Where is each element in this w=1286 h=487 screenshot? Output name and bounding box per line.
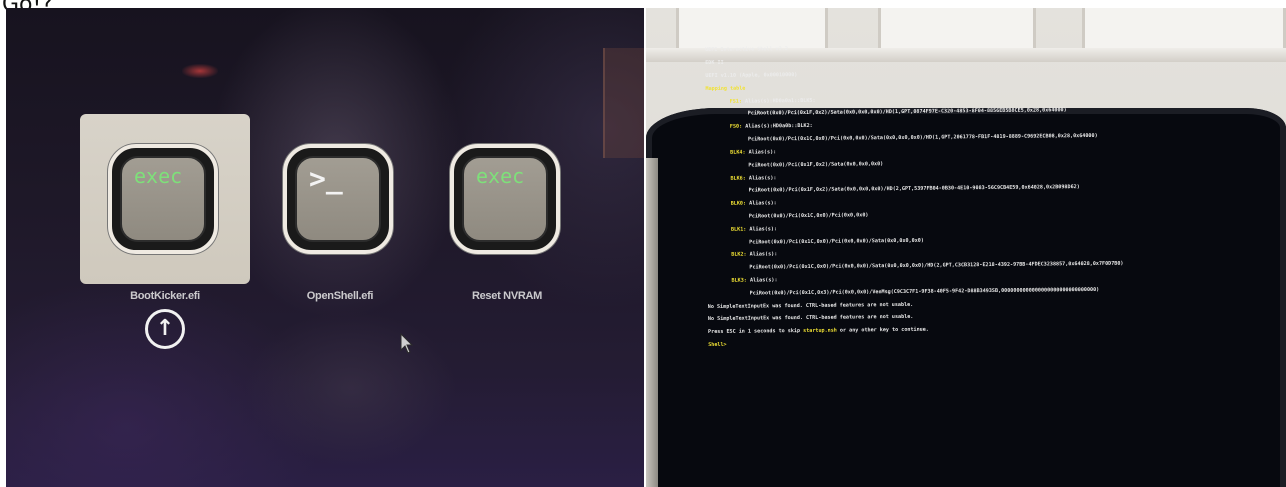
mapping-alias: Alias(s): xyxy=(749,251,778,258)
mapping-name: BLK2: xyxy=(731,251,747,259)
mouse-pointer-icon xyxy=(400,332,414,359)
boot-entry-label-reset-nvram: Reset NVRAM xyxy=(471,290,543,302)
screen-reflection-frame xyxy=(603,48,644,158)
composite-image: Go!? exec BootKicker.efi >_ OpenShell.ef… xyxy=(0,0,1286,487)
mapping-name: BLK1: xyxy=(730,226,747,233)
mapping-path: PciRoot(0x0)/Pci(0x1C,0x0)/Pci(0x0,0x0) xyxy=(748,212,869,220)
exec-icon-screen: exec xyxy=(462,156,548,242)
shell-prompt[interactable]: Shell> xyxy=(708,336,1248,348)
mapping-entry: BLK6: Alias(s): xyxy=(706,170,1246,182)
exec-icon-text: exec xyxy=(134,164,183,188)
mapping-alias: Alias(s): xyxy=(749,277,778,284)
exec-icon: exec xyxy=(450,144,560,254)
boot-entry-bootkicker[interactable]: exec xyxy=(80,114,250,284)
shell-message: No SimpleTextInputEx was found. CTRL-bas… xyxy=(707,314,914,323)
mapping-path: PciRoot(0x0)/Pci(0x1C,0x0)/Pci(0x0,0x0)/… xyxy=(749,237,924,246)
boot-entry-openshell[interactable]: >_ xyxy=(255,114,425,284)
mapping-alias: Alias(s):HD0a0a1::BLK5: xyxy=(744,97,816,105)
countdown-suffix: or any other key to continue. xyxy=(836,326,929,334)
arrow-up-icon[interactable]: ↑ xyxy=(145,309,185,349)
mapping-name: FS1: xyxy=(729,98,742,105)
mapping-alias: Alias(s):HD0a0b::BLK2: xyxy=(745,123,813,130)
boot-entry-label-bootkicker: BootKicker.efi xyxy=(130,290,200,302)
exec-icon-screen: exec xyxy=(120,156,206,242)
boot-entry-label-openshell: OpenShell.efi xyxy=(306,290,374,302)
laptop-edge xyxy=(646,158,658,487)
mapping-entry: BLK4: Alias(s): xyxy=(706,144,1246,156)
mapping-path: PciRoot(0x0)/Pci(0x1C,0x0)/Pci(0x0,0x0)/… xyxy=(748,132,1098,143)
mapping-entry: BLK2: Alias(s): xyxy=(707,247,1247,259)
mapping-entry: BLK1: Alias(s): xyxy=(707,221,1247,233)
mapping-path: PciRoot(0x0)/Pci(0x1F,0x2)/Sata(0x0,0x0,… xyxy=(748,184,1080,194)
terminal-icon-screen: >_ xyxy=(295,156,381,242)
mapping-path: PciRoot(0x0)/Pci(0x1C,0x3)/Pci(0x0,0x0)/… xyxy=(749,286,1100,297)
uefi-shell-output: UEFI Interactive Shell v2.2 EDK II UEFI … xyxy=(705,35,1248,361)
shell-header-line: EDK II xyxy=(705,60,724,67)
shell-header-line: UEFI v1.10 (Apple, 0x00010000) xyxy=(705,72,798,80)
mapping-table-title: Mapping table xyxy=(705,85,746,92)
startup-countdown-line: Press ESC in 1 seconds to skip startup.n… xyxy=(708,324,1248,336)
mapping-entry: FS0: Alias(s):HD0a0b::BLK2: xyxy=(706,119,1246,131)
mapping-alias: Alias(s): xyxy=(748,174,777,182)
terminal-icon: >_ xyxy=(283,144,393,254)
exec-icon: exec xyxy=(108,144,218,254)
mapping-entry: BLK0: Alias(s): xyxy=(707,195,1247,207)
terminal-prompt-glyph: >_ xyxy=(309,162,343,195)
mapping-alias: Alias(s): xyxy=(749,226,778,233)
boot-entry-reset-nvram[interactable]: exec xyxy=(422,114,592,284)
mapping-name: FS0: xyxy=(729,123,743,131)
shell-header-line: UEFI Interactive Shell v2.2 xyxy=(705,46,788,54)
mapping-path: PciRoot(0x0)/Pci(0x1F,0x2)/Sata(0x0,0x0,… xyxy=(747,107,1067,118)
mapping-name: BLK3: xyxy=(731,277,747,284)
mapping-path: PciRoot(0x0)/Pci(0x1C,0x0)/Pci(0x0,0x0)/… xyxy=(749,260,1124,271)
uefi-shell-photo: UEFI Interactive Shell v2.2 EDK II UEFI … xyxy=(646,8,1286,487)
screen-reflection xyxy=(182,64,218,78)
exec-icon-text: exec xyxy=(476,164,525,188)
mapping-entry: FS1: Alias(s):HD0a0a1::BLK5: xyxy=(706,93,1246,105)
shell-message: No SimpleTextInputEx was found. CTRL-bas… xyxy=(707,301,914,310)
boot-picker-photo: exec BootKicker.efi >_ OpenShell.efi exe… xyxy=(6,8,644,487)
mapping-entry: BLK3: Alias(s): xyxy=(707,272,1247,284)
mapping-path: PciRoot(0x0)/Pci(0x1F,0x2)/Sata(0x0,0x0,… xyxy=(748,160,884,169)
mapping-alias: Alias(s): xyxy=(749,200,777,207)
mapping-name: BLK6: xyxy=(730,175,746,182)
mapping-name: BLK4: xyxy=(730,149,746,156)
startup-script-name: startup.nsh xyxy=(803,327,837,335)
mapping-name: BLK0: xyxy=(730,200,747,207)
countdown-prefix: Press ESC in 1 seconds to skip xyxy=(708,328,804,336)
mapping-alias: Alias(s): xyxy=(748,149,777,156)
